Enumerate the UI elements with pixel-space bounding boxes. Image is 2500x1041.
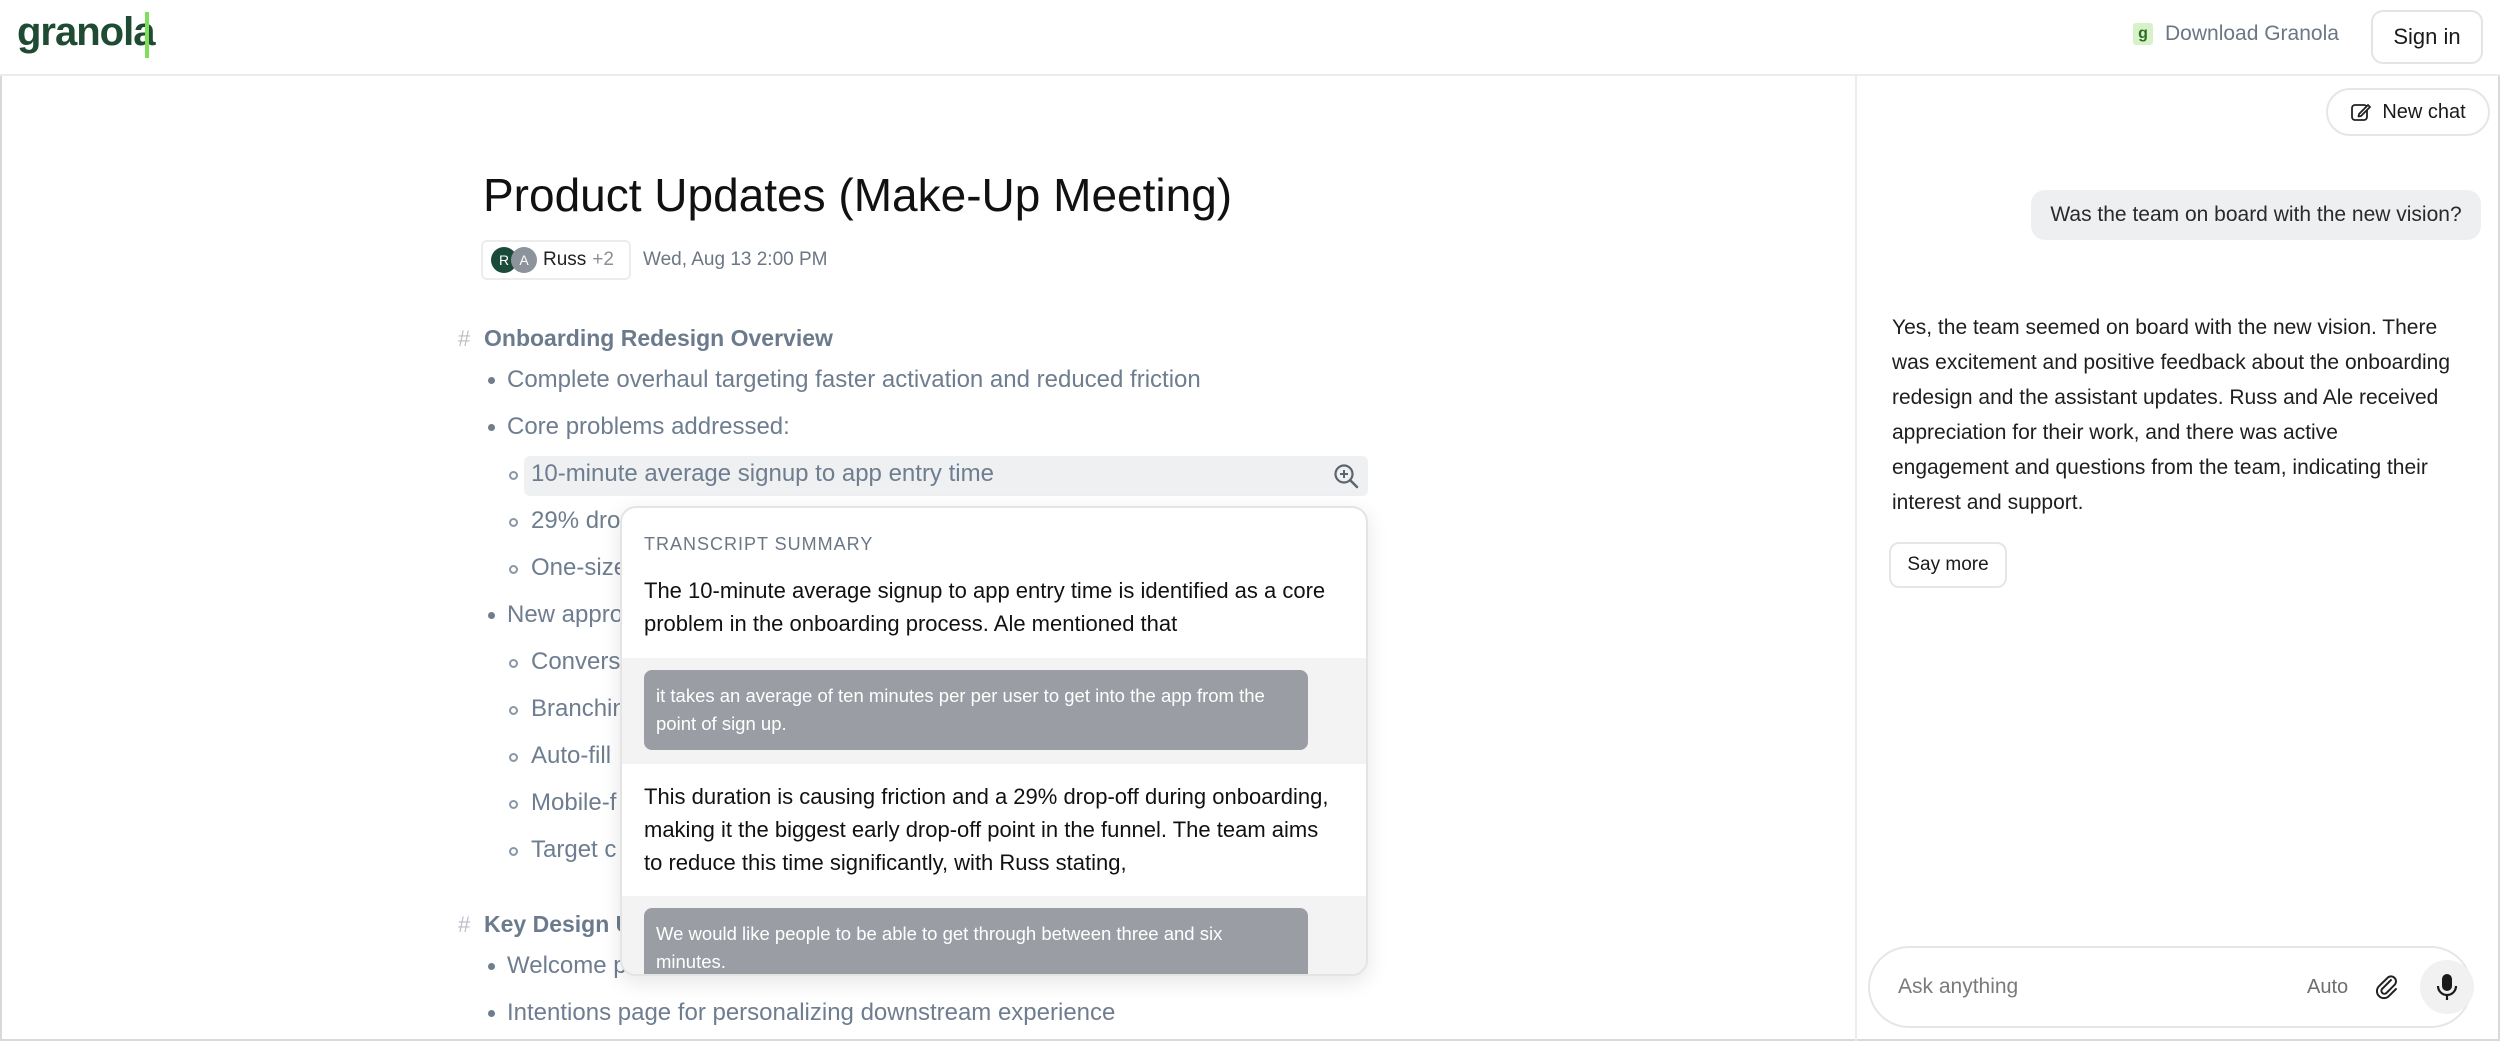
list-item: Intentions page for personalizing downst… [507,999,1116,1026]
popover-heading: TRANSCRIPT SUMMARY [644,534,874,554]
attendee-more-count: +2 [592,249,614,270]
edit-icon [2351,104,2372,121]
bullet-dot [488,963,495,970]
avatar: A [511,247,537,273]
section-heading: Onboarding Redesign Overview [484,325,833,351]
heading-hash-icon: # [458,326,471,351]
list-item: Complete overhaul targeting faster activ… [507,366,1201,393]
ask-input-placeholder[interactable]: Ask anything [1898,975,2018,999]
microphone-button[interactable] [2420,960,2474,1014]
list-item: Target c [531,836,617,863]
new-chat-button[interactable]: New chat [2326,88,2490,136]
bullet-dot [488,377,495,384]
assistant-answer: Yes, the team seemed on board with the n… [1892,316,2451,514]
summary-paragraph: The 10-minute average signup to app entr… [644,578,1326,636]
transcript-quote[interactable]: We would like people to be able to get t… [644,908,1308,974]
microphone-icon [2436,974,2458,1000]
sub-bullet [509,565,518,574]
logo-accent-bar [145,12,149,58]
granola-logo[interactable]: granola [17,10,155,55]
sub-bullet [509,518,518,527]
new-chat-label: New chat [2382,100,2466,123]
download-label: Download Granola [2165,22,2339,45]
sub-bullet [509,800,518,809]
note-title: Product Updates (Make-Up Meeting) [483,169,1233,221]
summary-paragraph: This duration is causing friction and a … [644,784,1329,875]
sub-bullet [509,471,518,480]
user-question-bubble: Was the team on board with the new visio… [2031,190,2481,240]
meeting-date: Wed, Aug 13 2:00 PM [643,249,828,270]
sub-bullet [509,753,518,762]
sub-bullet [509,706,518,715]
paperclip-icon[interactable] [2372,972,2402,1002]
bullet-dot [488,612,495,619]
list-item: Branchin [531,695,626,722]
say-more-button[interactable]: Say more [1889,542,2007,588]
quote-band: it takes an average of ten minutes per p… [622,658,1366,764]
zoom-in-icon[interactable] [1333,463,1359,489]
transcript-summary-popover[interactable]: TRANSCRIPT SUMMARY The 10-minute average… [620,506,1368,976]
list-item: One-size [531,554,628,581]
sign-in-button[interactable]: Sign in [2371,10,2483,64]
list-item: Core problems addressed: [507,413,790,440]
sub-bullet [509,659,518,668]
list-item: Convers [531,648,621,675]
list-item: New appro [507,601,624,628]
attendees-chip[interactable]: R A Russ +2 [481,240,631,280]
bullet-dot [488,424,495,431]
section-heading: Key Design U [484,911,633,937]
model-selector[interactable]: Auto [2307,976,2348,999]
list-item: Welcome p [507,952,627,979]
quote-band: We would like people to be able to get t… [622,896,1366,974]
list-item: Mobile-f [531,789,617,816]
top-bar: granola g Download Granola Sign in [0,0,2500,76]
list-item: Auto-fill [531,742,612,769]
granola-app-icon: g [2133,23,2153,45]
list-item: 10-minute average signup to app entry ti… [531,460,994,487]
sub-bullet [509,847,518,856]
heading-hash-icon: # [458,912,471,937]
list-item: 29% dro [531,507,621,534]
download-granola-link[interactable]: g Download Granola [2133,22,2339,46]
attendee-name: Russ [543,249,587,270]
bullet-dot [488,1010,495,1017]
transcript-quote[interactable]: it takes an average of ten minutes per p… [644,670,1308,750]
